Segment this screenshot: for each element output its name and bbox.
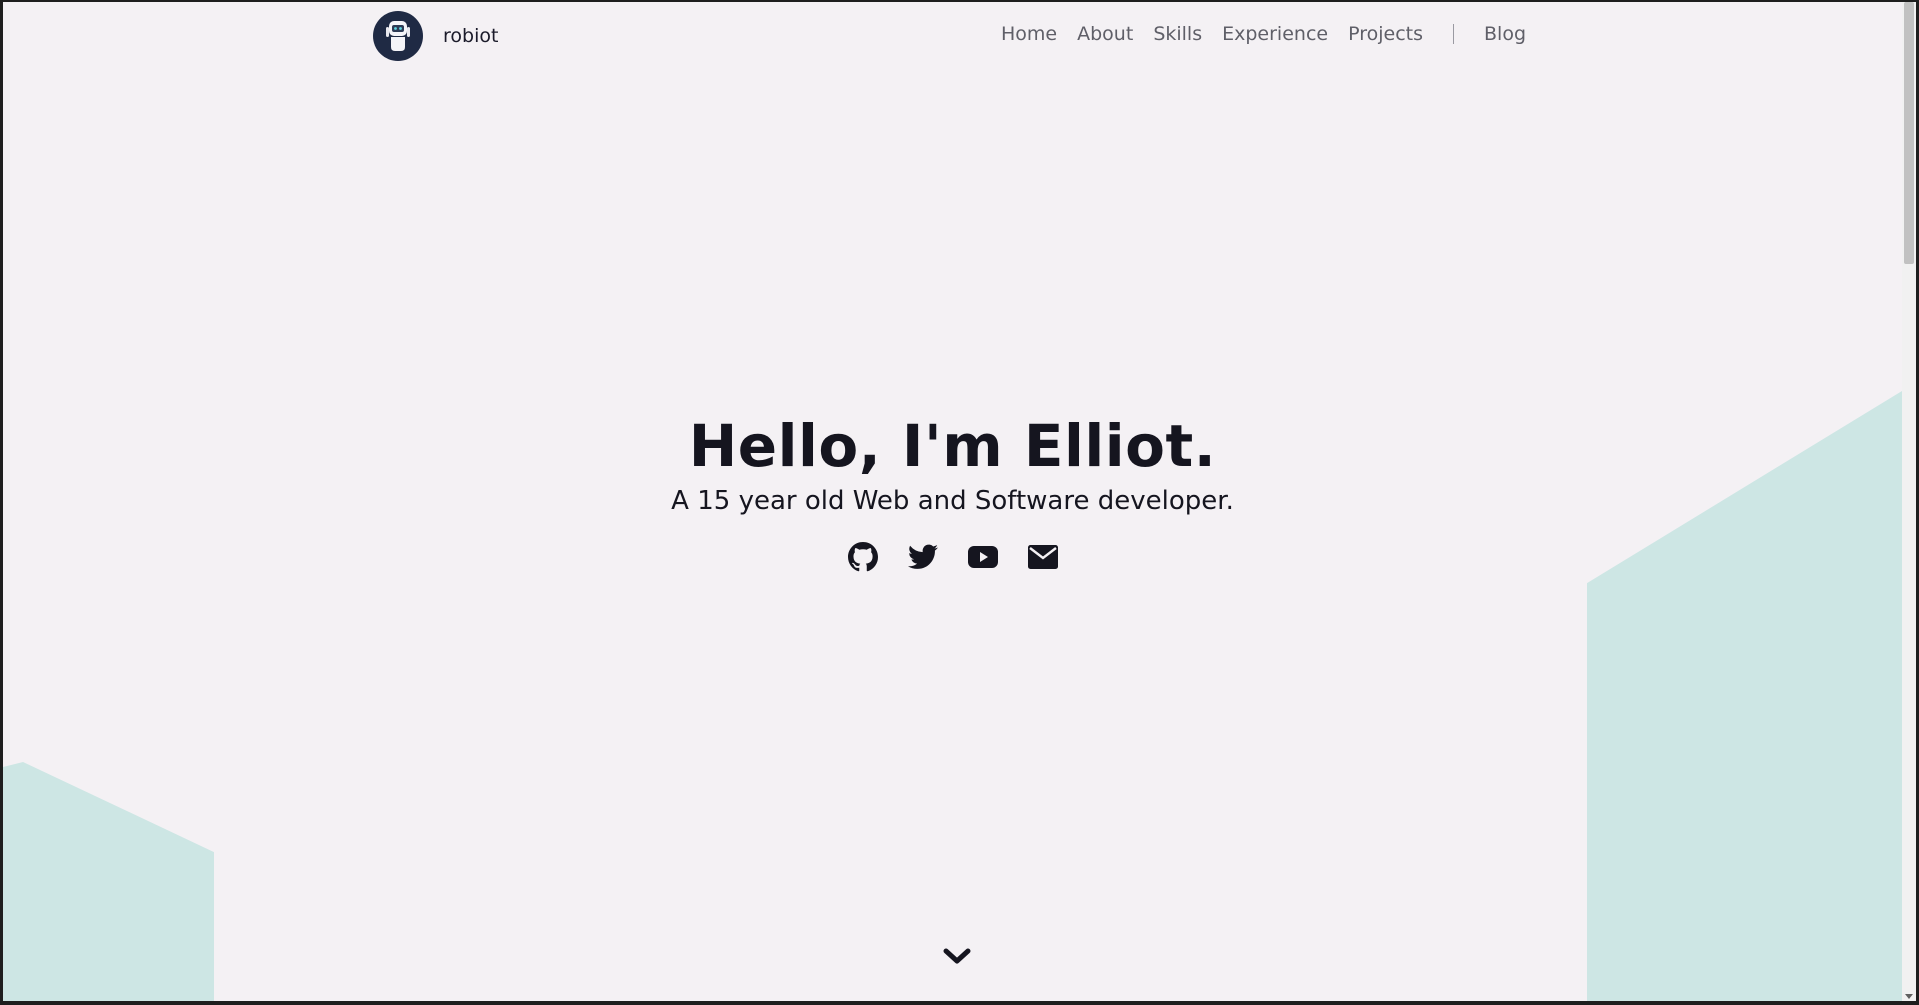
youtube-link[interactable] — [967, 542, 998, 572]
nav-link-experience[interactable]: Experience — [1222, 23, 1328, 45]
nav-link-skills[interactable]: Skills — [1153, 23, 1202, 45]
nav-link-projects[interactable]: Projects — [1348, 23, 1423, 45]
hero-title: Hello, I'm Elliot. — [688, 412, 1217, 480]
github-link[interactable] — [847, 542, 878, 572]
hero-section: Hello, I'm Elliot. A 15 year old Web and… — [3, 412, 1902, 572]
brand-link[interactable]: robiot — [373, 11, 498, 61]
page-viewport: robiot Home About Skills Experience Proj… — [3, 2, 1902, 1001]
nav-links: Home About Skills Experience Projects Bl… — [1001, 23, 1526, 45]
brand-name: robiot — [443, 25, 499, 47]
hero-subtitle: A 15 year old Web and Software developer… — [671, 486, 1234, 516]
mail-icon — [1027, 545, 1058, 569]
scroll-down-arrow-icon[interactable] — [1905, 994, 1913, 999]
nav-link-about[interactable]: About — [1077, 23, 1133, 45]
nav-link-home[interactable]: Home — [1001, 23, 1057, 45]
scrollbar-thumb[interactable] — [1904, 2, 1914, 264]
robot-icon — [373, 11, 423, 61]
nav-divider — [1453, 24, 1454, 44]
chevron-down-icon — [943, 948, 971, 964]
social-links — [3, 542, 1902, 572]
decorative-shape-left — [3, 762, 214, 1001]
vertical-scrollbar[interactable] — [1902, 2, 1916, 1001]
mail-link[interactable] — [1027, 542, 1058, 572]
navbar: robiot Home About Skills Experience Proj… — [3, 2, 1902, 72]
github-icon — [847, 542, 878, 572]
twitter-icon — [907, 544, 938, 569]
nav-link-blog[interactable]: Blog — [1484, 23, 1526, 45]
twitter-link[interactable] — [907, 542, 938, 572]
youtube-icon — [967, 546, 998, 568]
scroll-down-button[interactable] — [942, 944, 972, 968]
